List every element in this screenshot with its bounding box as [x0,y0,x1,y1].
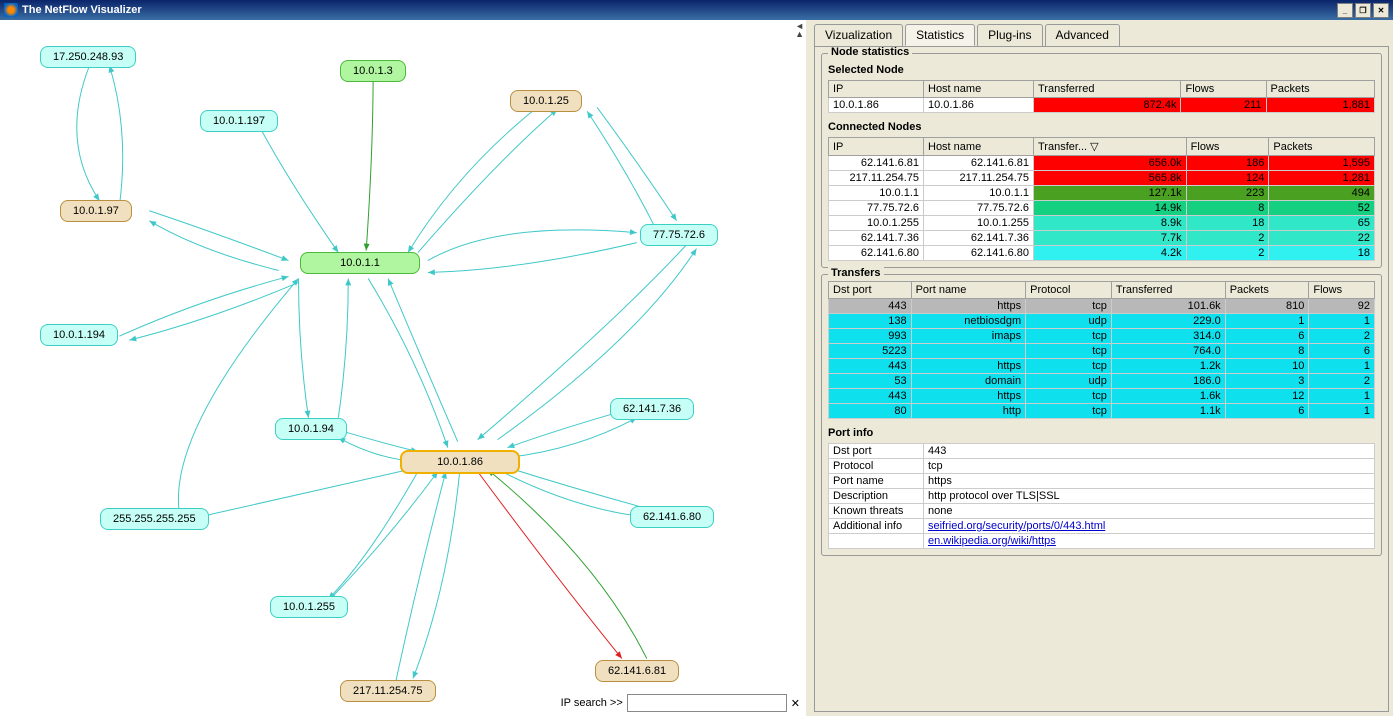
node-62-141-7-36[interactable]: 62.141.7.36 [610,398,694,420]
col-dst-port[interactable]: Dst port [829,282,912,299]
selected-node-title: Selected Node [828,64,1375,76]
connected-nodes-title: Connected Nodes [828,121,1375,133]
table-row[interactable]: 443httpstcp1.6k121 [829,389,1375,404]
connected-nodes-table: IP Host name Transfer... ▽ Flows Packets… [828,137,1375,261]
close-button[interactable]: ✕ [1373,3,1389,18]
node-10-0-1-194[interactable]: 10.0.1.194 [40,324,118,346]
col-packets[interactable]: Packets [1266,81,1375,98]
ip-search-label: IP search >> [561,697,623,709]
statistics-body: Node statistics Selected Node IP Host na… [814,46,1389,712]
col-packets[interactable]: Packets [1269,138,1375,156]
node-10-0-1-255[interactable]: 10.0.1.255 [270,596,348,618]
table-row[interactable]: 10.0.1.110.0.1.1127.1k223494 [829,186,1375,201]
table-row[interactable]: 10.0.1.25510.0.1.2558.9k1865 [829,216,1375,231]
node-10-0-1-97[interactable]: 10.0.1.97 [60,200,132,222]
table-row[interactable]: 10.0.1.86 10.0.1.86 872.4k 211 1,881 [829,98,1375,113]
col-ip[interactable]: IP [829,138,924,156]
col-transferred[interactable]: Transferred [1034,81,1181,98]
node-10-0-1-1[interactable]: 10.0.1.1 [300,252,420,274]
node-10-0-1-3[interactable]: 10.0.1.3 [340,60,406,82]
table-row[interactable]: 443httpstcp1.2k101 [829,359,1375,374]
port-info-table: Dst port443 Protocoltcp Port namehttps D… [828,443,1375,549]
tab-plugins[interactable]: Plug-ins [977,24,1042,46]
window-title: The NetFlow Visualizer [22,4,142,16]
col-transfer[interactable]: Transfer... ▽ [1034,138,1187,156]
col-packets[interactable]: Packets [1225,282,1309,299]
port-info-title: Port info [828,427,1375,439]
table-row[interactable]: 62.141.6.8162.141.6.81656.0k1861,595 [829,156,1375,171]
col-flows[interactable]: Flows [1181,81,1266,98]
graph-controls[interactable]: ◄▲ [795,22,804,38]
transfers-table: Dst port Port name Protocol Transferred … [828,281,1375,419]
table-row[interactable]: 138netbiosdgmudp229.011 [829,314,1375,329]
table-row[interactable]: 5223tcp764.086 [829,344,1375,359]
main-content: 17.250.248.93 10.0.1.197 10.0.1.3 10.0.1… [0,20,1393,716]
table-row[interactable]: 62.141.6.8062.141.6.804.2k218 [829,246,1375,261]
table-header-row: IP Host name Transfer... ▽ Flows Packets [829,138,1375,156]
col-flows[interactable]: Flows [1186,138,1269,156]
col-flows[interactable]: Flows [1309,282,1375,299]
node-statistics-title: Node statistics [828,46,912,58]
node-255-255-255-255[interactable]: 255.255.255.255 [100,508,209,530]
node-10-0-1-197[interactable]: 10.0.1.197 [200,110,278,132]
transfers-section: Transfers Dst port Port name Protocol Tr… [821,274,1382,556]
node-17-250-248-93[interactable]: 17.250.248.93 [40,46,136,68]
table-header-row: IP Host name Transferred Flows Packets [829,81,1375,98]
table-row[interactable]: 217.11.254.75217.11.254.75565.8k1241,281 [829,171,1375,186]
stats-panel: Vizualization Statistics Plug-ins Advanc… [810,20,1393,716]
graph-canvas[interactable]: 17.250.248.93 10.0.1.197 10.0.1.3 10.0.1… [0,20,810,716]
col-ip[interactable]: IP [829,81,924,98]
tab-bar: Vizualization Statistics Plug-ins Advanc… [814,24,1389,46]
table-row[interactable]: 993imapstcp314.062 [829,329,1375,344]
port-info-link[interactable]: en.wikipedia.org/wiki/https [928,535,1056,547]
node-62-141-6-81[interactable]: 62.141.6.81 [595,660,679,682]
ip-search-clear-icon[interactable]: ✕ [791,697,800,710]
ip-search-bar: IP search >> ✕ [561,694,800,712]
col-transferred[interactable]: Transferred [1111,282,1225,299]
port-info-link[interactable]: seifried.org/security/ports/0/443.html [928,520,1105,532]
minimize-button[interactable]: _ [1337,3,1353,18]
node-statistics-section: Node statistics Selected Node IP Host na… [821,53,1382,268]
node-10-0-1-94[interactable]: 10.0.1.94 [275,418,347,440]
node-217-11-254-75[interactable]: 217.11.254.75 [340,680,436,702]
node-10-0-1-86-selected[interactable]: 10.0.1.86 [400,450,520,474]
transfers-title: Transfers [828,267,884,279]
tab-vizualization[interactable]: Vizualization [814,24,903,46]
node-77-75-72-6[interactable]: 77.75.72.6 [640,224,718,246]
col-host[interactable]: Host name [924,81,1034,98]
edge-layer [0,20,806,716]
tab-advanced[interactable]: Advanced [1045,24,1120,46]
col-host[interactable]: Host name [924,138,1034,156]
java-icon [4,3,18,17]
selected-node-table: IP Host name Transferred Flows Packets 1… [828,80,1375,113]
tab-statistics[interactable]: Statistics [905,24,975,46]
table-row[interactable]: 80httptcp1.1k61 [829,404,1375,419]
col-port-name[interactable]: Port name [911,282,1026,299]
node-10-0-1-25[interactable]: 10.0.1.25 [510,90,582,112]
title-bar: The NetFlow Visualizer _ ❐ ✕ [0,0,1393,20]
table-header-row: Dst port Port name Protocol Transferred … [829,282,1375,299]
maximize-button[interactable]: ❐ [1355,3,1371,18]
table-row[interactable]: 443httpstcp101.6k81092 [829,299,1375,314]
table-row[interactable]: 53domainudp186.032 [829,374,1375,389]
ip-search-input[interactable] [627,694,787,712]
table-row[interactable]: 62.141.7.3662.141.7.367.7k222 [829,231,1375,246]
col-protocol[interactable]: Protocol [1026,282,1112,299]
table-row[interactable]: 77.75.72.677.75.72.614.9k852 [829,201,1375,216]
node-62-141-6-80[interactable]: 62.141.6.80 [630,506,714,528]
